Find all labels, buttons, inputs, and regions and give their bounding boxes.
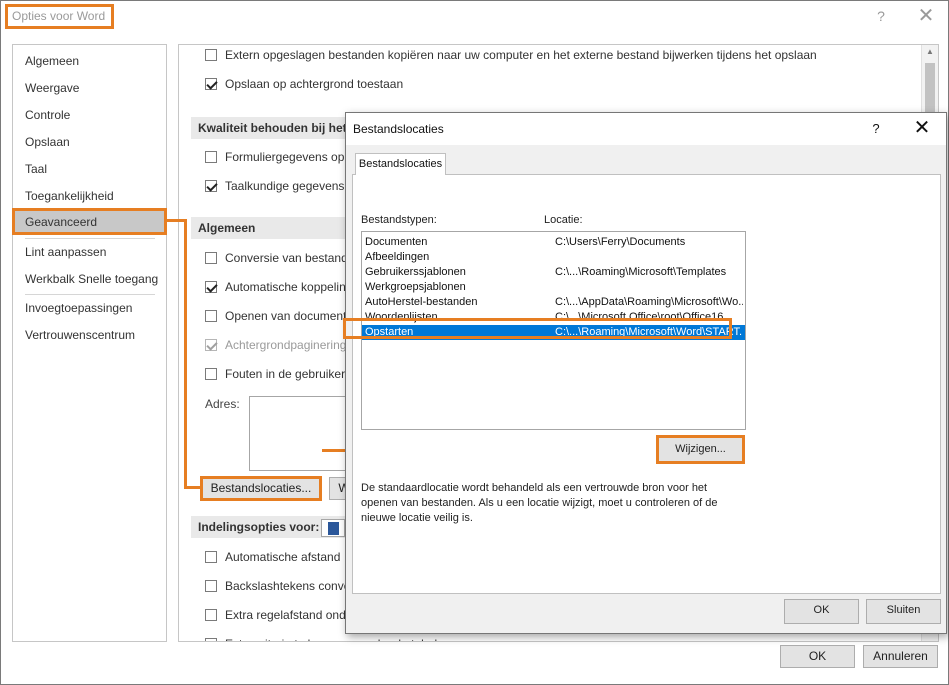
- word-document-icon: [328, 522, 339, 535]
- option-label: Conversie van bestand: [225, 251, 348, 265]
- section-kwaliteit: Kwaliteit behouden bij het: [191, 117, 347, 139]
- list-item[interactable]: Werkgroepsjablonen: [362, 280, 745, 295]
- sidebar-item-weergave[interactable]: Weergave: [13, 75, 166, 102]
- sidebar-item-toegankelijkheid[interactable]: Toegankelijkheid: [13, 183, 166, 210]
- file-type: Gebruikerssjablonen: [365, 266, 466, 278]
- checkbox[interactable]: [205, 252, 217, 264]
- checkbox-checked-disabled: [205, 339, 217, 351]
- sidebar-item-controle[interactable]: Controle: [13, 102, 166, 129]
- file-type: Woordenlijsten: [365, 311, 438, 323]
- scroll-up-icon[interactable]: ▲: [925, 47, 935, 57]
- file-type: Documenten: [365, 236, 428, 248]
- option-label: Extern opgeslagen bestanden kopiëren naa…: [225, 48, 817, 62]
- option-label: Automatische afstand: [225, 550, 341, 564]
- option-label: Achtergrondpaginering: [225, 338, 347, 352]
- options-sidebar: Algemeen Weergave Controle Opslaan Taal …: [12, 44, 167, 642]
- checkbox[interactable]: [205, 151, 217, 163]
- close-icon[interactable]: ✕: [911, 117, 933, 139]
- option-label: Extra regelafstand ond: [225, 608, 346, 622]
- ok-button[interactable]: OK: [780, 645, 855, 668]
- column-header-bestandstypen: Bestandstypen:: [361, 214, 437, 226]
- help-icon[interactable]: ?: [873, 7, 889, 25]
- cancel-button[interactable]: Annuleren: [863, 645, 938, 668]
- bestandslocaties-button[interactable]: Bestandslocaties...: [200, 476, 322, 501]
- dialog-title: Bestandslocaties: [353, 122, 444, 136]
- option-label: Extra witruimte boven en onder de tabel: [225, 634, 437, 641]
- adres-label: Adres:: [205, 397, 240, 411]
- option-label: Backslashtekens conve: [225, 579, 351, 593]
- sidebar-item-lint-aanpassen[interactable]: Lint aanpassen: [13, 239, 166, 266]
- option-label: Opslaan op achtergrond toestaan: [225, 77, 404, 91]
- sidebar-item-algemeen[interactable]: Algemeen: [13, 48, 166, 75]
- button-label: Bestandslocaties...: [210, 481, 312, 495]
- list-item-selected[interactable]: Opstarten C:\...\Roaming\Microsoft\Word\…: [362, 325, 745, 340]
- file-path: C:\Users\Ferry\Documents: [555, 236, 686, 248]
- checkbox[interactable]: [205, 580, 217, 592]
- close-icon[interactable]: ✕: [915, 5, 937, 27]
- file-path: C:\...\Roaming\Microsoft\Templates: [555, 266, 727, 278]
- list-item[interactable]: Afbeeldingen: [362, 250, 745, 265]
- file-path: C:\...\AppData\Roaming\Microsoft\Wo...: [555, 296, 743, 308]
- checkbox[interactable]: [205, 368, 217, 380]
- dialog-sluiten-button[interactable]: Sluiten: [866, 599, 941, 624]
- dialog-titlebar: Bestandslocaties ? ✕: [346, 113, 946, 145]
- file-type: Opstarten: [365, 326, 414, 338]
- bestandstypen-list[interactable]: Documenten C:\Users\Ferry\Documents Afbe…: [361, 231, 746, 430]
- wijzigen-button[interactable]: Wijzigen...: [656, 435, 745, 464]
- sidebar-item-werkbalk-snelle-toegang[interactable]: Werkbalk Snelle toegang: [13, 266, 166, 293]
- sidebar-item-geavanceerd[interactable]: Geavanceerd: [12, 208, 167, 235]
- checkbox[interactable]: [205, 310, 217, 322]
- column-header-locatie: Locatie:: [544, 214, 583, 226]
- sidebar-item-taal[interactable]: Taal: [13, 156, 166, 183]
- file-type: Werkgroepsjablonen: [365, 281, 466, 293]
- file-path: C:\...\Roaming\Microsoft\Word\START...: [555, 326, 743, 338]
- option-label: Fouten in de gebruiker: [225, 367, 346, 381]
- file-type: AutoHerstel-bestanden: [365, 296, 478, 308]
- callout-connector: [184, 219, 187, 489]
- option-label: Automatische koppelin: [225, 280, 346, 294]
- tab-bestandslocaties[interactable]: Bestandslocaties: [355, 153, 446, 175]
- checkbox[interactable]: [205, 609, 217, 621]
- checkbox[interactable]: [205, 638, 217, 641]
- option-label: Formuliergegevens op: [225, 150, 345, 164]
- checkbox-checked[interactable]: [205, 281, 217, 293]
- checkbox-checked[interactable]: [205, 78, 217, 90]
- dialog-ok-button[interactable]: OK: [784, 599, 859, 624]
- callout-connector: [184, 486, 200, 489]
- option-label: Openen van document: [225, 309, 347, 323]
- window-title: Opties voor Word: [5, 4, 114, 29]
- bestandslocaties-dialog: Bestandslocaties ? ✕ Bestandslocaties Be…: [343, 112, 947, 634]
- document-select[interactable]: [321, 519, 345, 537]
- info-text: De standaardlocatie wordt behandeld als …: [361, 482, 718, 524]
- list-item[interactable]: Documenten C:\Users\Ferry\Documents: [362, 235, 745, 250]
- sidebar-item-vertrouwenscentrum[interactable]: Vertrouwenscentrum: [13, 322, 166, 349]
- file-type: Afbeeldingen: [365, 251, 430, 263]
- option-label: Taalkundige gegevens: [225, 179, 345, 193]
- checkbox[interactable]: [205, 551, 217, 563]
- list-item[interactable]: Gebruikerssjablonen C:\...\Roaming\Micro…: [362, 265, 745, 280]
- sidebar-item-opslaan[interactable]: Opslaan: [13, 129, 166, 156]
- list-item[interactable]: Woordenlijsten C:\...\Microsoft Office\r…: [362, 310, 745, 325]
- word-options-window: Opties voor Word ? ✕ Algemeen Weergave C…: [0, 0, 949, 685]
- file-path: C:\...\Microsoft Office\root\Office16: [555, 311, 724, 323]
- help-icon[interactable]: ?: [869, 121, 883, 136]
- checkbox[interactable]: [205, 49, 217, 61]
- sidebar-item-invoegtoepassingen[interactable]: Invoegtoepassingen: [13, 295, 166, 322]
- checkbox-checked[interactable]: [205, 180, 217, 192]
- list-item[interactable]: AutoHerstel-bestanden C:\...\AppData\Roa…: [362, 295, 745, 310]
- section-algemeen: Algemeen: [191, 217, 346, 239]
